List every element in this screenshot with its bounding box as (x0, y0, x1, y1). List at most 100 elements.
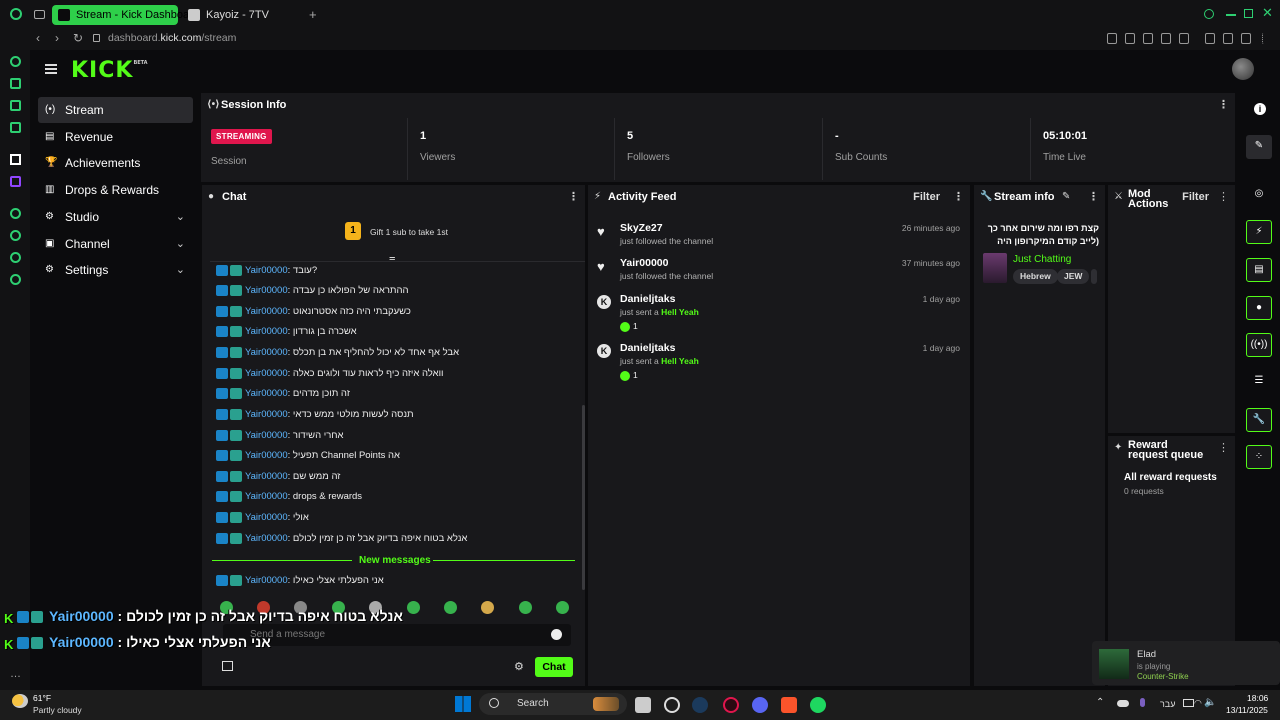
chat-message[interactable]: Yair00000: ההתראה של הפולאו כן עבדה (216, 282, 409, 300)
snapshot-icon[interactable] (1125, 33, 1135, 44)
emote-icon[interactable] (444, 601, 457, 614)
spotify-icon[interactable] (810, 697, 826, 713)
kebab-menu-icon[interactable]: ⋮ (1218, 185, 1229, 209)
onedrive-icon[interactable] (1117, 700, 1129, 707)
new-tab-button[interactable]: + (309, 7, 317, 22)
minimize-button[interactable] (1226, 14, 1236, 16)
pinned-collapse-icon[interactable]: ≡ (389, 254, 395, 266)
maximize-button[interactable] (1244, 9, 1253, 18)
chat-message[interactable]: Yair00000: אחרי השידור (216, 427, 344, 445)
chat-message[interactable]: Yair00000: תפעיל Channel Points אה (216, 447, 400, 465)
tag-more[interactable] (1091, 269, 1097, 284)
chat-message[interactable]: Yair00000: אולי (216, 509, 309, 527)
kebab-menu-icon[interactable]: ⋮ (1218, 436, 1229, 460)
tools-button[interactable]: 🔧 (1246, 408, 1272, 432)
gx-cleaner-icon[interactable] (10, 100, 21, 111)
emote-icon[interactable] (556, 601, 569, 614)
discord-icon[interactable] (752, 697, 768, 713)
activity-username[interactable]: Danieljtaks (620, 293, 675, 305)
nav-stream[interactable]: (•) Stream (38, 97, 193, 123)
nav-channel[interactable]: ▣ Channel ⌄ (38, 231, 193, 257)
chat-message[interactable]: Yair00000: אנלא בטוח איפה בדיוק אבל זה כ… (216, 530, 467, 548)
emote-icon[interactable] (519, 601, 532, 614)
gx-corner-icon[interactable] (10, 78, 21, 89)
chat-username[interactable]: Yair00000 (245, 347, 288, 358)
opera-logo-icon[interactable] (10, 8, 22, 20)
chat-message[interactable]: Yair00000: זה ממש שם (216, 468, 340, 486)
category-link[interactable]: Just Chatting (1013, 254, 1071, 265)
start-button[interactable] (455, 696, 471, 712)
close-button[interactable]: ✕ (1262, 5, 1273, 21)
menu-icon[interactable] (1262, 33, 1272, 44)
chat-tool-button[interactable]: ● (1246, 296, 1272, 320)
activity-username[interactable]: SkyZe27 (620, 222, 663, 234)
extensions-icon[interactable] (1205, 33, 1215, 44)
chat-message[interactable]: Yair00000: זה תוכן מדהים (216, 385, 350, 403)
chat-username[interactable]: Yair00000 (245, 285, 288, 296)
weather-temp[interactable]: 61°F (33, 693, 51, 703)
chat-username[interactable]: Yair00000 (245, 471, 288, 482)
extensions-icon[interactable] (10, 252, 21, 263)
chat-message[interactable]: Yair00000: כשעקבתי היה כזה אסטרונאוט (216, 303, 411, 321)
forward-icon[interactable]: › (55, 31, 59, 45)
edit-pencil-icon[interactable]: ✎ (1062, 185, 1070, 209)
player-icon[interactable] (10, 208, 21, 219)
nav-settings[interactable]: ⚙ Settings ⌄ (38, 257, 193, 283)
stack-button[interactable]: ☰ (1246, 370, 1272, 394)
chat-message[interactable]: Yair00000: עובד? (216, 262, 317, 280)
activity-username[interactable]: Yair00000 (620, 257, 668, 269)
chat-message[interactable]: Yair00000: drops & rewards (216, 488, 362, 506)
nav-studio[interactable]: ⚙ Studio ⌄ (38, 204, 193, 230)
kebab-menu-icon[interactable]: ⋮ (568, 185, 579, 209)
gx-kick-icon[interactable] (10, 154, 21, 165)
chat-username[interactable]: Yair00000 (245, 368, 288, 379)
chat-message[interactable]: Yair00000: תנסה לעשות מולטי ממש כדאי (216, 406, 414, 424)
brave-icon[interactable] (781, 697, 797, 713)
category-thumbnail[interactable] (983, 253, 1007, 283)
monitor-icon[interactable] (1183, 699, 1194, 707)
edit-layout-button[interactable]: ✎ (1246, 135, 1272, 159)
clock-time[interactable]: 18:06 (1247, 693, 1268, 703)
emote-icon[interactable] (407, 601, 420, 614)
chat-username[interactable]: Yair00000 (245, 306, 288, 317)
tab-kick-dashboard[interactable]: Stream - Kick Dashboard (52, 5, 199, 25)
twitch-icon[interactable] (10, 176, 21, 187)
volume-icon[interactable]: 🔈 (1204, 697, 1216, 708)
gift-leaderboard-text[interactable]: Gift 1 sub to take 1st (370, 227, 448, 237)
back-icon[interactable]: ‹ (36, 31, 40, 45)
opera-gx-icon[interactable] (723, 697, 739, 713)
clock-date[interactable]: 13/11/2025 (1226, 705, 1268, 715)
tag-hebrew[interactable]: Hebrew (1013, 269, 1058, 284)
filter-button[interactable]: Filter (1182, 185, 1209, 209)
quick-action-button[interactable]: ⚡ (1246, 220, 1272, 244)
user-avatar[interactable] (1232, 58, 1254, 80)
activity-username[interactable]: Danieljtaks (620, 342, 675, 354)
chrome-icon[interactable] (664, 697, 680, 713)
hamburger-menu-icon[interactable] (45, 64, 57, 74)
chat-message[interactable]: Yair00000: אני הפעלתי אצלי כאילו (216, 572, 384, 590)
mic-icon[interactable] (1140, 698, 1145, 707)
more-icon[interactable]: … (10, 668, 21, 680)
url-field[interactable]: dashboard.kick.com/stream (108, 32, 236, 44)
kebab-menu-icon[interactable]: ⋮ (1088, 185, 1099, 209)
chat-username[interactable]: Yair00000 (245, 265, 288, 276)
reload-icon[interactable]: ↻ (73, 31, 83, 45)
weather-icon[interactable] (12, 694, 28, 708)
chat-username[interactable]: Yair00000 (245, 450, 288, 461)
tab-overview-icon[interactable] (34, 10, 45, 19)
notes-button[interactable]: ▤ (1246, 258, 1272, 282)
chat-username[interactable]: Yair00000 (245, 326, 288, 337)
chat-username[interactable]: Yair00000 (245, 512, 288, 523)
send-chat-button[interactable]: Chat (535, 657, 573, 677)
tray-chevron-icon[interactable]: ⌃ (1096, 697, 1104, 708)
chat-message[interactable]: Yair00000: אשכרה בן גורדון (216, 323, 357, 341)
tab-7tv[interactable]: Kayoiz - 7TV (182, 5, 308, 25)
history-icon[interactable] (10, 230, 21, 241)
chat-settings-icon[interactable]: ⚙ (514, 660, 524, 673)
gx-messenger-icon[interactable] (10, 122, 21, 133)
nav-revenue[interactable]: ▤ Revenue (38, 124, 193, 150)
download-icon[interactable] (1241, 33, 1251, 44)
wifi-icon[interactable]: ◠ (1194, 698, 1202, 709)
chat-username[interactable]: Yair00000 (245, 575, 288, 586)
filter-button[interactable]: Filter (913, 185, 940, 209)
